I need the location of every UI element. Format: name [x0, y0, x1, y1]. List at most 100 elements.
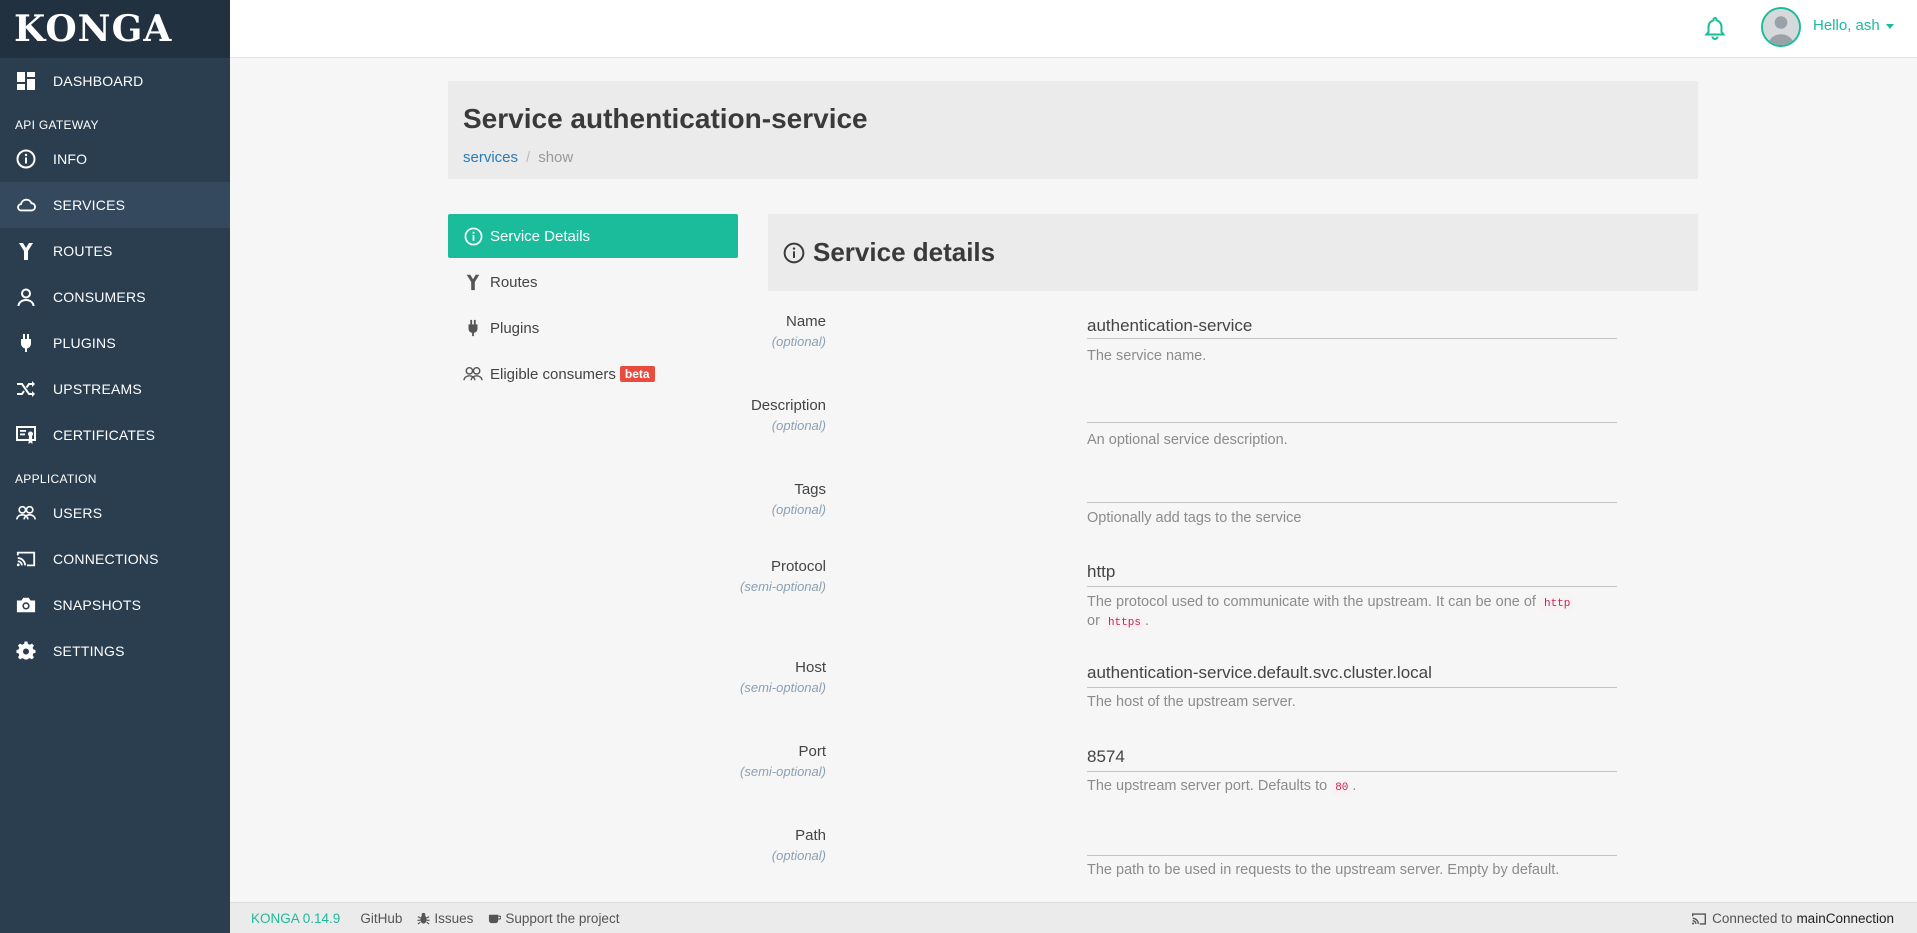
tab-label: Service Details	[490, 227, 591, 245]
user-greeting: Hello, ash	[1813, 17, 1880, 34]
sidebar-section-api-gateway: API GATEWAY	[15, 118, 99, 132]
plug-icon	[15, 332, 37, 354]
connection-name: mainConnection	[1796, 911, 1894, 926]
shuffle-icon	[15, 378, 37, 400]
field-help: The protocol used to communicate with th…	[1087, 594, 1617, 632]
sidebar-item-plugins[interactable]: PLUGINS	[0, 320, 230, 366]
konga-version: KONGA 0.14.9	[251, 910, 341, 926]
user-icon	[15, 286, 37, 308]
sidebar-item-services[interactable]: SERVICES	[0, 182, 230, 228]
host-input[interactable]	[1087, 659, 1617, 688]
sidebar-item-label: PLUGINS	[53, 335, 116, 351]
sidebar-item-info[interactable]: INFO	[0, 136, 230, 182]
github-link[interactable]: GitHub	[360, 911, 402, 926]
sidebar-item-certificates[interactable]: CERTIFICATES	[0, 412, 230, 458]
section-title: Service details	[813, 237, 996, 267]
sidebar-item-label: SERVICES	[53, 197, 126, 213]
issues-link[interactable]: Issues	[417, 911, 473, 926]
support-link[interactable]: Support the project	[488, 911, 619, 926]
sidebar-item-label: UPSTREAMS	[53, 381, 142, 397]
protocol-input[interactable]	[1087, 558, 1617, 587]
sidebar-item-connections[interactable]: CONNECTIONS	[0, 536, 230, 582]
camera-icon	[15, 594, 37, 616]
sidebar-item-label: ROUTES	[53, 243, 113, 259]
user-menu-toggle[interactable]: Hello, ash	[1813, 17, 1894, 34]
page-title: Service authentication-service	[463, 103, 868, 134]
field-sublabel: (optional)	[771, 502, 826, 517]
code-http: http	[1539, 597, 1575, 611]
users-icon	[463, 364, 483, 384]
sidebar-item-routes[interactable]: ROUTES	[0, 228, 230, 274]
field-sublabel: (semi-optional)	[740, 579, 826, 594]
coffee-icon	[489, 914, 502, 923]
tab-eligible-consumers[interactable]: Eligible consumers beta	[448, 352, 738, 396]
field-help: An optional service description.	[1087, 432, 1288, 448]
sidebar-item-label: SNAPSHOTS	[53, 597, 142, 613]
field-label: Description	[750, 397, 826, 414]
sidebar-item-upstreams[interactable]: UPSTREAMS	[0, 366, 230, 412]
github-label: GitHub	[360, 910, 403, 926]
field-label: Tags	[794, 481, 826, 498]
sidebar-item-label: CONSUMERS	[53, 289, 146, 305]
bell-icon[interactable]	[1704, 16, 1726, 40]
routes-icon	[463, 272, 483, 292]
routes-icon	[15, 240, 37, 262]
field-help: The host of the upstream server.	[1087, 694, 1296, 710]
service-details-header: Service details	[768, 214, 1698, 291]
cast-icon	[15, 548, 37, 570]
support-label: Support the project	[505, 910, 620, 926]
connection-prefix: Connected to	[1712, 911, 1793, 926]
info-icon	[783, 242, 805, 263]
dashboard-icon	[15, 70, 37, 92]
name-input[interactable]	[1087, 313, 1617, 339]
field-help: The service name.	[1087, 348, 1207, 364]
sidebar-item-dashboard[interactable]: DASHBOARD	[0, 58, 230, 104]
caret-down-icon	[1885, 23, 1894, 29]
path-input[interactable]	[1087, 827, 1617, 856]
service-submenu: Service Details Routes Plugins Eligible …	[448, 214, 738, 398]
konga-logo[interactable]: KONGA	[0, 0, 230, 58]
info-icon	[15, 148, 37, 170]
field-sublabel: (semi-optional)	[740, 764, 826, 779]
sidebar-item-consumers[interactable]: CONSUMERS	[0, 274, 230, 320]
sidebar-item-snapshots[interactable]: SNAPSHOTS	[0, 582, 230, 628]
sidebar-item-users[interactable]: USERS	[0, 490, 230, 536]
code-https: https	[1103, 616, 1145, 630]
sidebar-item-label: INFO	[53, 151, 88, 167]
help-text: The upstream server port. Defaults to	[1087, 778, 1328, 794]
info-icon	[463, 226, 483, 246]
sidebar-item-label: CERTIFICATES	[53, 427, 156, 443]
sidebar-section-application: APPLICATION	[15, 472, 97, 486]
help-text: The protocol used to communicate with th…	[1087, 594, 1536, 610]
help-text: .	[1144, 613, 1149, 629]
field-help: Optionally add tags to the service	[1087, 510, 1302, 526]
field-sublabel: (semi-optional)	[740, 680, 826, 695]
help-text: or	[1087, 613, 1100, 629]
field-label: Protocol	[770, 558, 826, 575]
description-input[interactable]	[1087, 397, 1617, 423]
breadcrumb-services-link[interactable]: services	[463, 149, 518, 166]
footer: KONGA 0.14.9 GitHub Issues Support the p…	[230, 902, 1917, 933]
tab-routes[interactable]: Routes	[448, 260, 738, 304]
sidebar: KONGA DASHBOARD API GATEWAY INFO SERVICE…	[0, 0, 230, 933]
tab-label: Plugins	[490, 319, 540, 337]
plug-icon	[463, 318, 483, 338]
users-icon	[15, 502, 37, 524]
field-sublabel: (optional)	[771, 418, 826, 433]
bug-icon	[417, 912, 430, 925]
field-sublabel: (optional)	[771, 848, 826, 863]
beta-badge: beta	[619, 366, 655, 382]
tab-service-details[interactable]: Service Details	[448, 214, 738, 258]
tags-input[interactable]	[1087, 481, 1617, 503]
breadcrumb-current: show	[538, 149, 574, 166]
cast-icon	[1692, 912, 1707, 925]
breadcrumb-separator: /	[526, 149, 531, 166]
user-avatar[interactable]	[1761, 7, 1801, 47]
sidebar-item-label: CONNECTIONS	[53, 551, 159, 567]
sidebar-item-settings[interactable]: SETTINGS	[0, 628, 230, 674]
tab-label: Routes	[490, 273, 538, 291]
field-help: The path to be used in requests to the u…	[1087, 862, 1560, 878]
port-input[interactable]	[1087, 743, 1617, 772]
field-label: Port	[798, 743, 826, 760]
page-header: Service authentication-service services /…	[448, 81, 1698, 179]
